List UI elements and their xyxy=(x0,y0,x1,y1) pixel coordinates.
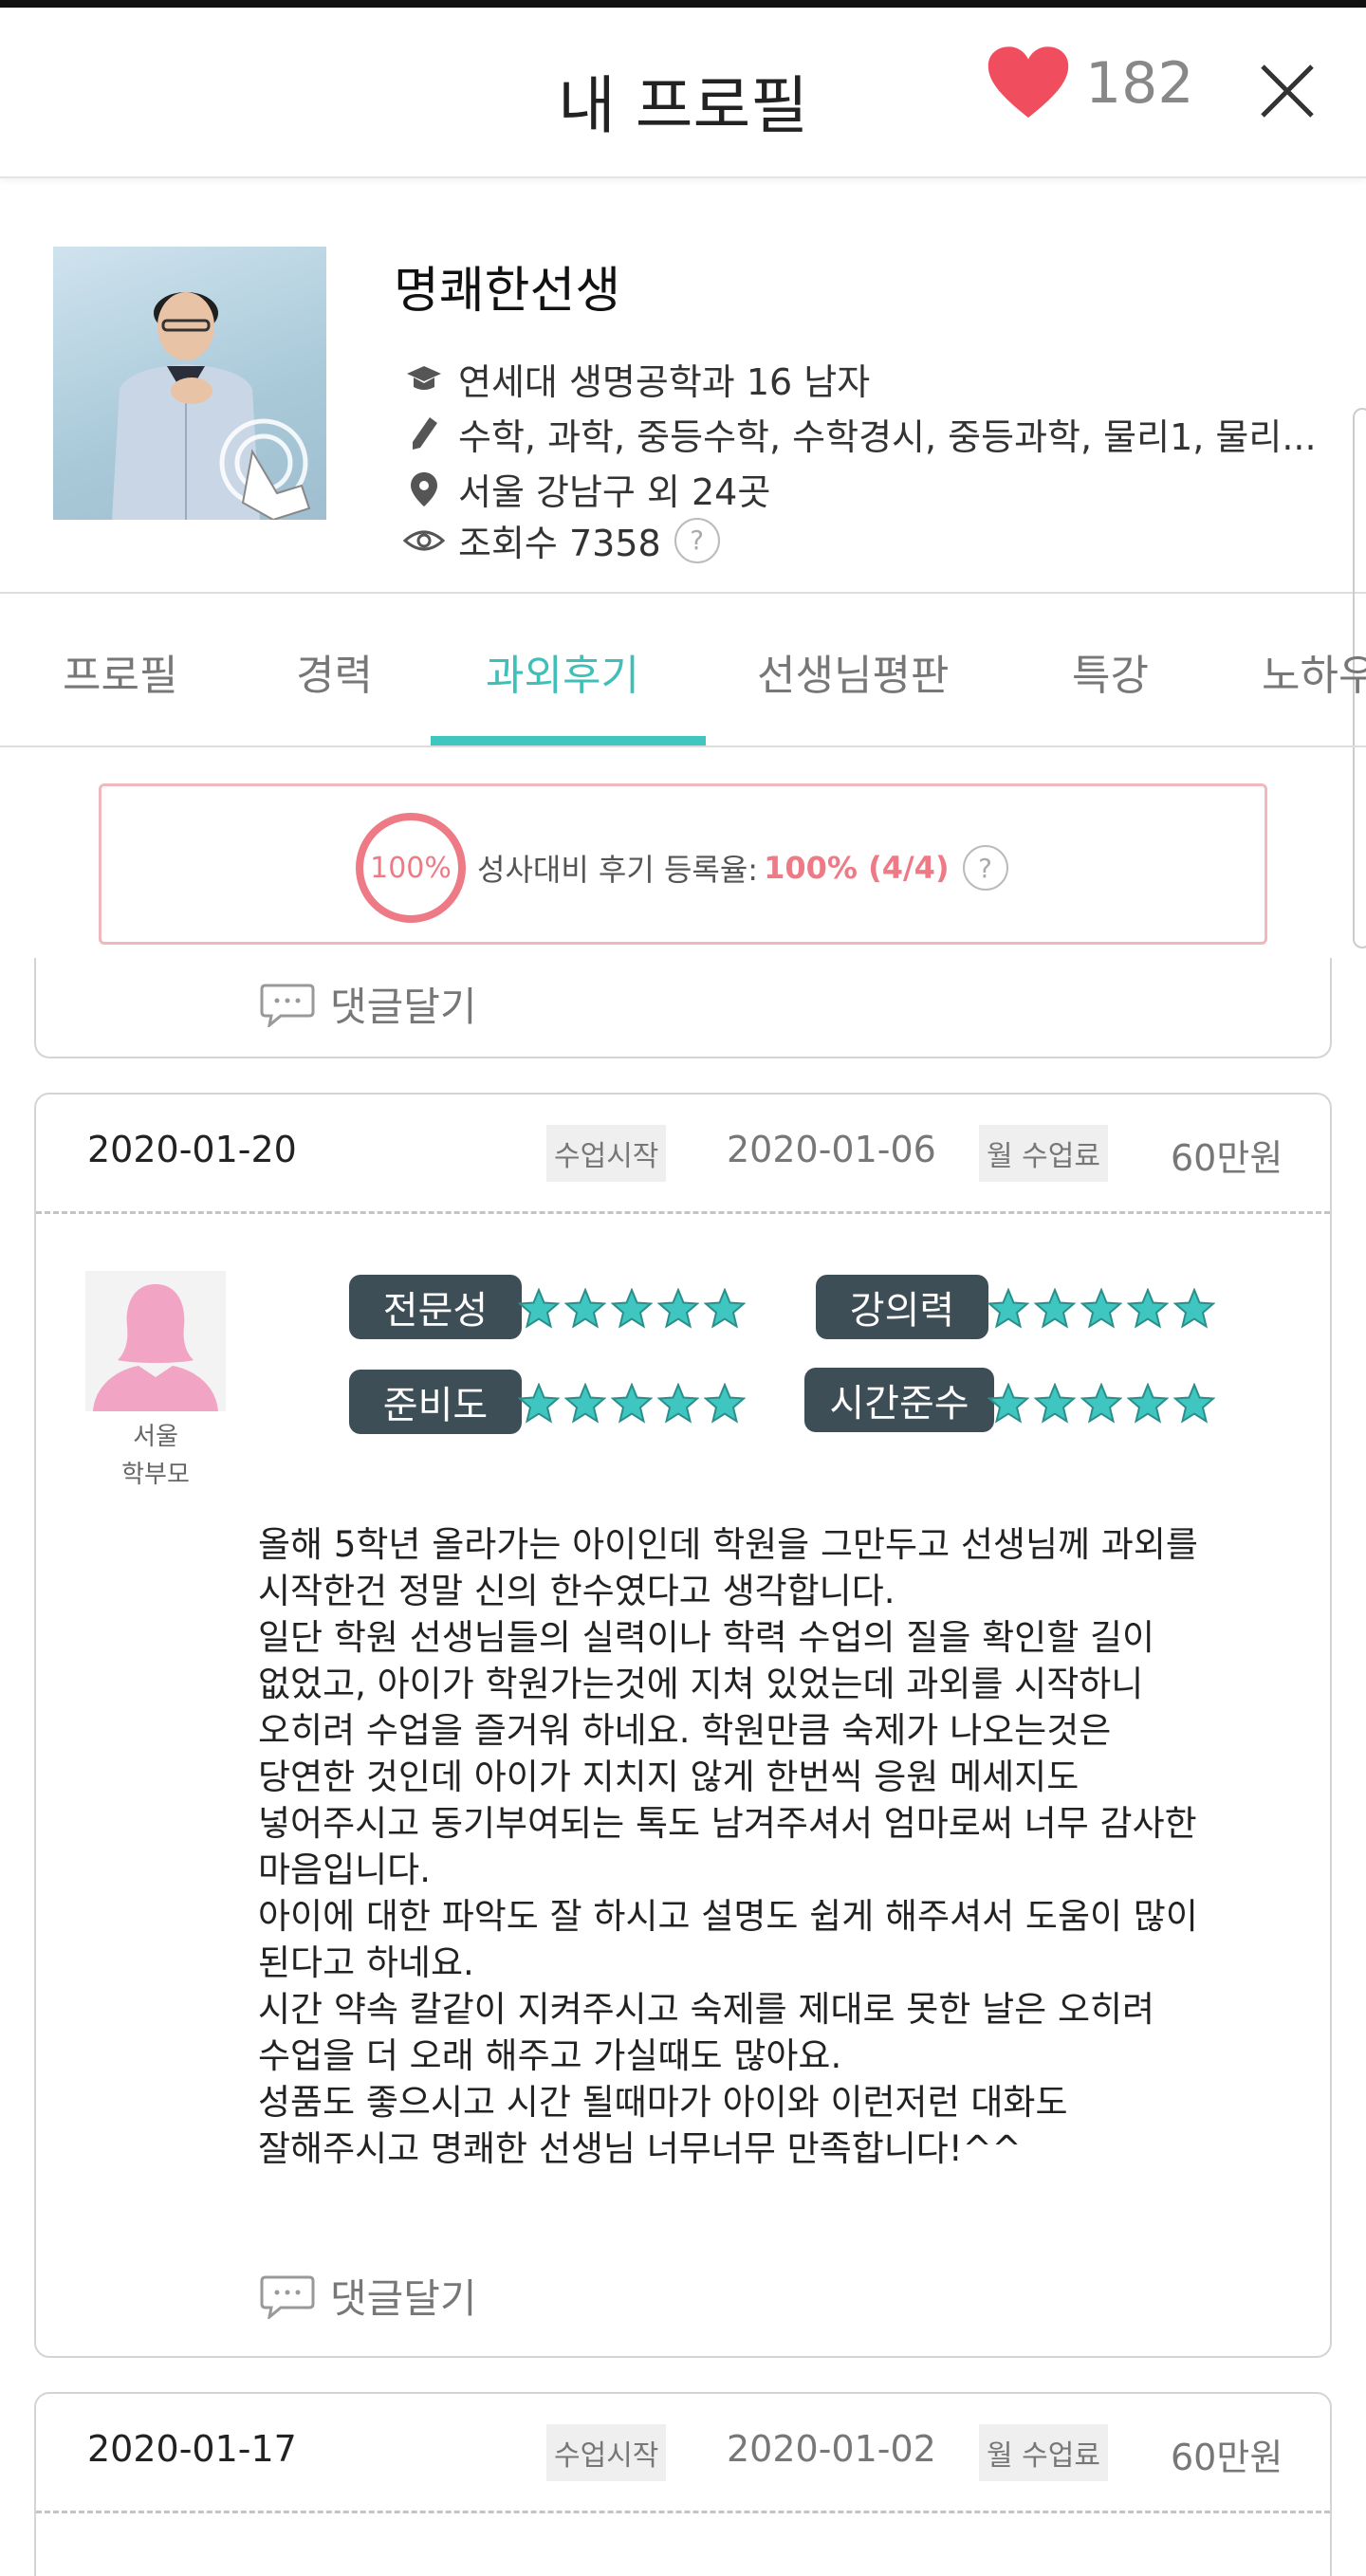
school-text: 연세대 생명공학과 16 남자 xyxy=(458,361,871,403)
tab-knowhow[interactable]: 노하우 xyxy=(1262,641,1366,702)
subjects-text: 수학, 과학, 중등수학, 수학경시, 중등과학, 물리1, 물리... xyxy=(458,416,1317,458)
header: 내 프로필 182 xyxy=(0,8,1366,178)
reply-button[interactable]: 댓글달기 xyxy=(260,975,477,1033)
fee-tag: 월 수업료 xyxy=(979,1125,1108,1182)
views-text: 조회수 7358 xyxy=(458,523,661,564)
location-text: 서울 강남구 외 24곳 xyxy=(458,471,771,513)
tab-reviews[interactable]: 과외후기 xyxy=(486,641,639,702)
tab-reputation[interactable]: 선생님평판 xyxy=(757,641,949,702)
location-pin-icon xyxy=(403,470,445,508)
review-card: 2020-01-20 수업시작 2020-01-06 월 수업료 60만원 서울… xyxy=(34,1093,1332,2358)
views-row: 조회수 7358 ? xyxy=(403,514,720,566)
rating-label-expertise: 전문성 xyxy=(349,1275,522,1339)
review-rate-label: 성사대비 후기 등록율: xyxy=(477,852,759,888)
review-text: 올해 5학년 올라가는 아이인데 학원을 그만두고 선생님께 과외를 시작한건 … xyxy=(258,1524,1198,2169)
review-rate-text: 성사대비 후기 등록율: 100% (4/4) ? xyxy=(477,845,1008,891)
review-card-next: 2020-01-17 수업시작 2020-01-02 월 수업료 60만원 xyxy=(34,2392,1332,2576)
star-icon xyxy=(1034,1288,1076,1329)
star-icon xyxy=(1127,1383,1169,1424)
speech-bubble-icon xyxy=(260,2275,315,2319)
review-rate-help-icon[interactable]: ? xyxy=(962,845,1008,891)
rating-label-punctuality: 시간준수 xyxy=(804,1368,994,1432)
reply-label: 댓글달기 xyxy=(330,2275,477,2322)
star-icon xyxy=(988,1383,1029,1424)
review-card-header: 2020-01-17 수업시작 2020-01-02 월 수업료 60만원 xyxy=(36,2394,1330,2513)
school-row: 연세대 생명공학과 16 남자 xyxy=(403,353,870,405)
tab-bar: 프로필 경력 과외후기 선생님평판 특강 노하우 xyxy=(0,594,1366,747)
monthly-fee: 60만원 xyxy=(1171,1137,1283,1179)
tab-career[interactable]: 경력 xyxy=(296,641,373,702)
reviewer-region: 서울 xyxy=(133,1423,178,1451)
rating-stars-expertise xyxy=(518,1288,750,1330)
eye-icon xyxy=(403,522,445,560)
teacher-photo-image xyxy=(112,292,311,520)
star-icon xyxy=(988,1288,1029,1329)
graduation-cap-icon xyxy=(403,360,445,398)
review-rate-box: 100% 성사대비 후기 등록율: 100% (4/4) ? xyxy=(99,783,1267,945)
female-user-icon xyxy=(93,1284,218,1411)
status-bar xyxy=(0,0,1366,8)
rating-label-preparation: 준비도 xyxy=(349,1370,522,1434)
views-help-icon[interactable]: ? xyxy=(674,517,720,563)
star-icon xyxy=(564,1383,606,1424)
teacher-name: 명쾌한선생 xyxy=(394,263,621,320)
reply-button[interactable]: 댓글달기 xyxy=(260,2267,477,2325)
start-tag: 수업시작 xyxy=(546,1125,667,1182)
star-icon xyxy=(1034,1383,1076,1424)
star-icon xyxy=(657,1288,699,1329)
review-date: 2020-01-17 xyxy=(87,2428,297,2470)
rating-stars-preparation xyxy=(518,1383,750,1425)
review-rate-ring: 100% xyxy=(356,813,466,923)
review-card-header: 2020-01-20 수업시작 2020-01-06 월 수업료 60만원 xyxy=(36,1095,1330,1214)
subjects-row: 수학, 과학, 중등수학, 수학경시, 중등과학, 물리1, 물리... xyxy=(403,408,1317,460)
star-icon xyxy=(704,1288,746,1329)
start-tag: 수업시작 xyxy=(546,2424,667,2481)
star-icon xyxy=(657,1383,699,1424)
reviewer-type: 학부모 xyxy=(121,1461,190,1489)
profile-photo[interactable] xyxy=(53,247,326,520)
star-icon xyxy=(1080,1383,1122,1424)
star-icon xyxy=(1127,1288,1169,1329)
star-icon xyxy=(518,1288,560,1329)
reviewer-avatar xyxy=(85,1271,226,1411)
like-button[interactable]: 182 xyxy=(987,46,1194,121)
active-tab-indicator xyxy=(431,736,706,745)
tab-profile[interactable]: 프로필 xyxy=(63,641,177,702)
close-icon[interactable] xyxy=(1257,61,1318,121)
star-icon xyxy=(564,1288,606,1329)
rating-stars-teaching xyxy=(988,1288,1220,1330)
speech-bubble-icon xyxy=(260,984,315,1027)
star-icon xyxy=(1080,1288,1122,1329)
location-row: 서울 강남구 외 24곳 xyxy=(403,463,770,515)
like-count: 182 xyxy=(1085,50,1194,117)
review-card-previous: 댓글달기 xyxy=(34,958,1332,1058)
start-date: 2020-01-02 xyxy=(727,2428,936,2470)
star-icon xyxy=(1173,1288,1215,1329)
pencil-icon xyxy=(403,415,445,453)
star-icon xyxy=(611,1288,653,1329)
fee-tag: 월 수업료 xyxy=(979,2424,1108,2481)
rating-label-teaching: 강의력 xyxy=(816,1275,988,1339)
tab-special-lecture[interactable]: 특강 xyxy=(1072,641,1149,702)
heart-icon xyxy=(988,46,1069,119)
rating-stars-punctuality xyxy=(988,1383,1220,1425)
star-icon xyxy=(704,1383,746,1424)
start-date: 2020-01-06 xyxy=(727,1129,936,1170)
star-icon xyxy=(518,1383,560,1424)
star-icon xyxy=(1173,1383,1215,1424)
reply-label: 댓글달기 xyxy=(330,984,477,1030)
review-date: 2020-01-20 xyxy=(87,1129,297,1170)
star-icon xyxy=(611,1383,653,1424)
review-rate-value: 100% (4/4) xyxy=(764,850,950,886)
monthly-fee: 60만원 xyxy=(1171,2437,1283,2478)
profile-summary: 명쾌한선생 연세대 생명공학과 16 남자 수학, 과학, 중등수학, 수학경시… xyxy=(0,180,1366,594)
